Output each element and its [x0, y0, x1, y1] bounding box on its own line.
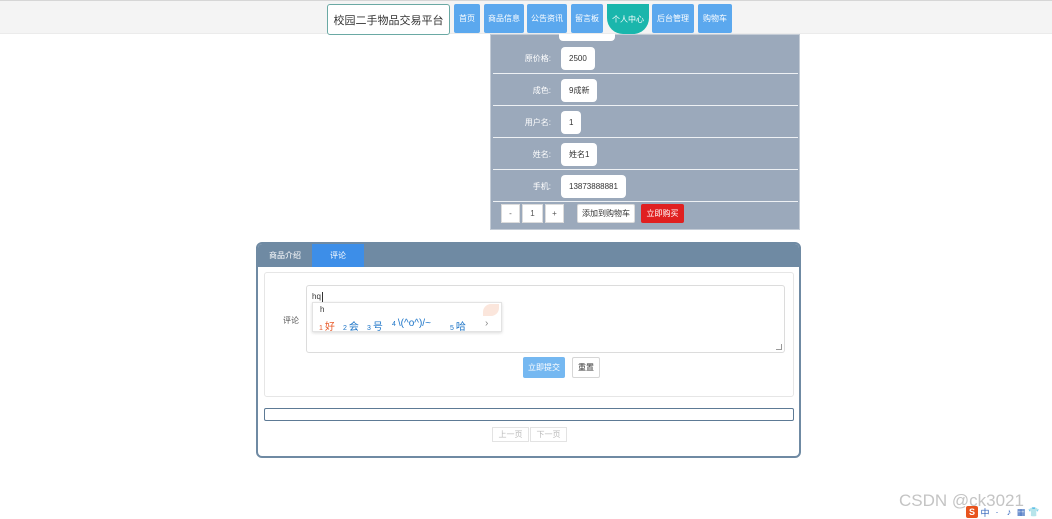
product-detail-panel: 原价格: 2500 成色: 9成新 用户名: 1 姓名: 姓名1 手机: 138…: [490, 34, 800, 230]
comment-label: 评论: [283, 316, 299, 325]
buy-now-button[interactable]: 立即购买: [641, 204, 684, 223]
ime-skin-decoration-icon: [483, 304, 499, 316]
quantity-plus-button[interactable]: +: [545, 204, 564, 223]
top-navbar: 校园二手物品交易平台 首页 商品信息 公告资讯 留言板 个人中心 后台管理 购物…: [0, 0, 1052, 35]
detail-value: 姓名1: [561, 143, 598, 166]
nav-products[interactable]: 商品信息: [484, 4, 524, 33]
tab-comments[interactable]: 评论: [312, 244, 364, 267]
quantity-input[interactable]: 1: [522, 204, 543, 223]
comment-typed-text: hq: [312, 292, 323, 302]
nav-admin[interactable]: 后台管理: [652, 4, 694, 33]
product-tabs-card: 商品介绍 评论 评论 hq h 1好 2会 3号 4 \(^o^)/~ 5哈 › …: [256, 242, 801, 458]
detail-row-condition: 成色: 9成新: [493, 75, 798, 106]
detail-value-pill-partial: [559, 34, 615, 41]
nav-cart[interactable]: 购物车: [698, 4, 732, 33]
ime-next-page-icon[interactable]: ›: [485, 318, 488, 329]
submit-comment-button[interactable]: 立即提交: [523, 357, 565, 378]
detail-label: 姓名:: [532, 150, 551, 159]
tab-header: 商品介绍 评论: [258, 244, 799, 267]
site-brand[interactable]: 校园二手物品交易平台: [327, 4, 450, 35]
detail-label: 原价格:: [524, 54, 551, 63]
ime-candidate[interactable]: 3号: [367, 318, 383, 333]
skin-icon[interactable]: 👕: [1028, 507, 1039, 518]
next-page-button[interactable]: 下一页: [530, 427, 567, 442]
ime-candidate-popup: h 1好 2会 3号 4 \(^o^)/~ 5哈 ›: [312, 302, 502, 333]
ime-candidate[interactable]: 1好: [319, 318, 335, 333]
detail-row-username: 用户名: 1: [493, 107, 798, 138]
keyboard-icon[interactable]: ▦: [1016, 507, 1026, 518]
quantity-minus-button[interactable]: -: [501, 204, 520, 223]
ime-status-tray: S 中 · ♪ ▦ 👕: [966, 506, 1039, 519]
language-mode-icon[interactable]: 中: [980, 506, 990, 519]
ime-candidate[interactable]: 2会: [343, 318, 359, 333]
ime-candidate[interactable]: 4 \(^o^)/~: [392, 318, 431, 329]
comment-form: 评论 hq h 1好 2会 3号 4 \(^o^)/~ 5哈 › 立即提交 重置: [264, 272, 794, 397]
detail-value: 9成新: [561, 79, 598, 102]
reset-button[interactable]: 重置: [572, 357, 600, 378]
detail-value: 1: [561, 111, 582, 134]
resize-handle-icon[interactable]: [776, 344, 782, 350]
nav-personal-center[interactable]: 个人中心: [607, 4, 649, 34]
detail-label: 手机:: [532, 182, 551, 191]
detail-value: 2500: [561, 47, 595, 70]
add-to-cart-button[interactable]: 添加到购物车: [577, 204, 635, 223]
detail-label: 用户名:: [524, 118, 551, 127]
detail-row-phone: 手机: 13873888881: [493, 171, 798, 202]
detail-label: 成色:: [532, 86, 551, 95]
detail-value: 13873888881: [561, 175, 626, 198]
nav-announcements[interactable]: 公告资讯: [527, 4, 567, 33]
nav-message-board[interactable]: 留言板: [571, 4, 603, 33]
sogou-logo-icon[interactable]: S: [966, 506, 978, 518]
ime-candidate[interactable]: 5哈: [450, 318, 466, 333]
microphone-icon[interactable]: ♪: [1004, 507, 1014, 517]
comment-textarea[interactable]: hq h 1好 2会 3号 4 \(^o^)/~ 5哈 ›: [306, 285, 785, 353]
comment-list: [264, 408, 794, 421]
nav-home[interactable]: 首页: [454, 4, 480, 33]
punctuation-icon[interactable]: ·: [992, 507, 1002, 517]
prev-page-button[interactable]: 上一页: [492, 427, 529, 442]
tab-product-intro[interactable]: 商品介绍: [258, 244, 312, 267]
detail-row-original-price: 原价格: 2500: [493, 43, 798, 74]
ime-pinyin: h: [320, 305, 325, 314]
text-caret: [321, 292, 323, 302]
detail-row-name: 姓名: 姓名1: [493, 139, 798, 170]
